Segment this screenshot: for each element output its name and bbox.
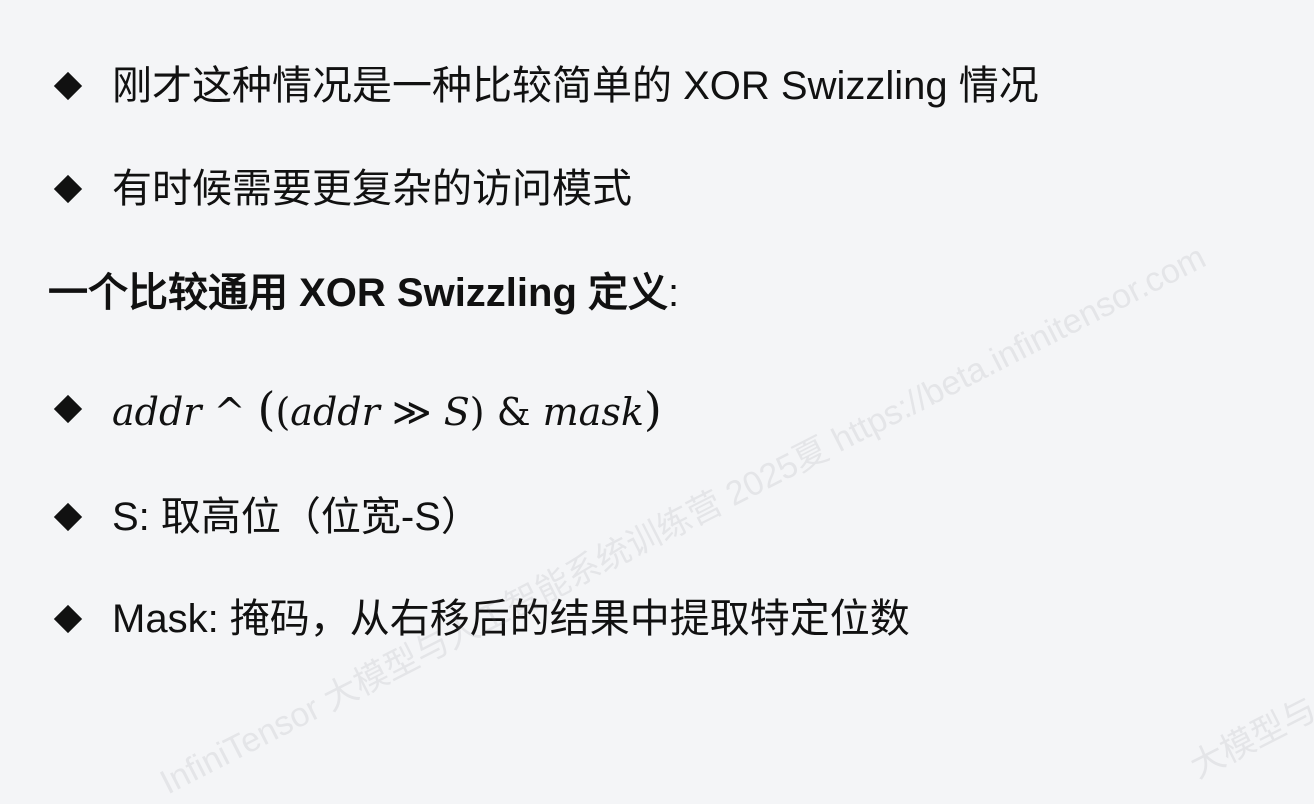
bullet-item-formula: addr ^ ((addr ≫ S) & mask) bbox=[52, 386, 662, 432]
bullet-text: Mask: 掩码，从右移后的结果中提取特定位数 bbox=[112, 597, 910, 641]
section-heading: 一个比较通用 XOR Swizzling 定义 : bbox=[48, 273, 679, 313]
formula-close-outer: ) bbox=[643, 382, 662, 436]
formula-xor: ^ bbox=[213, 390, 246, 434]
diamond-bullet-icon bbox=[53, 174, 83, 204]
bullet-item-mask-definition: Mask: 掩码，从右移后的结果中提取特定位数 bbox=[52, 599, 910, 639]
formula-shift: ≫ bbox=[391, 390, 432, 434]
formula-addr-inner: addr bbox=[290, 390, 380, 434]
diamond-bullet-icon bbox=[53, 71, 83, 101]
bullet-item-simple-case: 刚才这种情况是一种比较简单的 XOR Swizzling 情况 bbox=[52, 66, 1039, 106]
heading-colon: : bbox=[668, 271, 680, 315]
formula-close-inner: ) bbox=[469, 390, 485, 434]
bullet-item-s-definition: S: 取高位（位宽-S） bbox=[52, 497, 481, 537]
formula-open-inner: ( bbox=[275, 390, 291, 434]
watermark-fragment: 大模型与 bbox=[1184, 690, 1314, 786]
diamond-bullet-icon bbox=[53, 394, 83, 424]
formula-mask: mask bbox=[542, 390, 644, 434]
bullet-text: S: 取高位（位宽-S） bbox=[112, 495, 481, 539]
bullet-text: 刚才这种情况是一种比较简单的 XOR Swizzling 情况 bbox=[112, 64, 1039, 108]
formula-open-outer: ( bbox=[257, 382, 276, 436]
diamond-bullet-icon bbox=[53, 604, 83, 634]
bullet-text: 有时候需要更复杂的访问模式 bbox=[112, 167, 632, 211]
formula-s: S bbox=[443, 390, 470, 434]
diamond-bullet-icon bbox=[53, 502, 83, 532]
bullet-item-complex-access: 有时候需要更复杂的访问模式 bbox=[52, 169, 632, 209]
formula-addr: addr bbox=[112, 390, 202, 434]
swizzle-formula: addr ^ ((addr ≫ S) & mask) bbox=[112, 386, 662, 432]
slide: 刚才这种情况是一种比较简单的 XOR Swizzling 情况 有时候需要更复杂… bbox=[0, 0, 1314, 802]
formula-and: & bbox=[496, 390, 531, 434]
heading-text: 一个比较通用 XOR Swizzling 定义 bbox=[48, 271, 669, 315]
